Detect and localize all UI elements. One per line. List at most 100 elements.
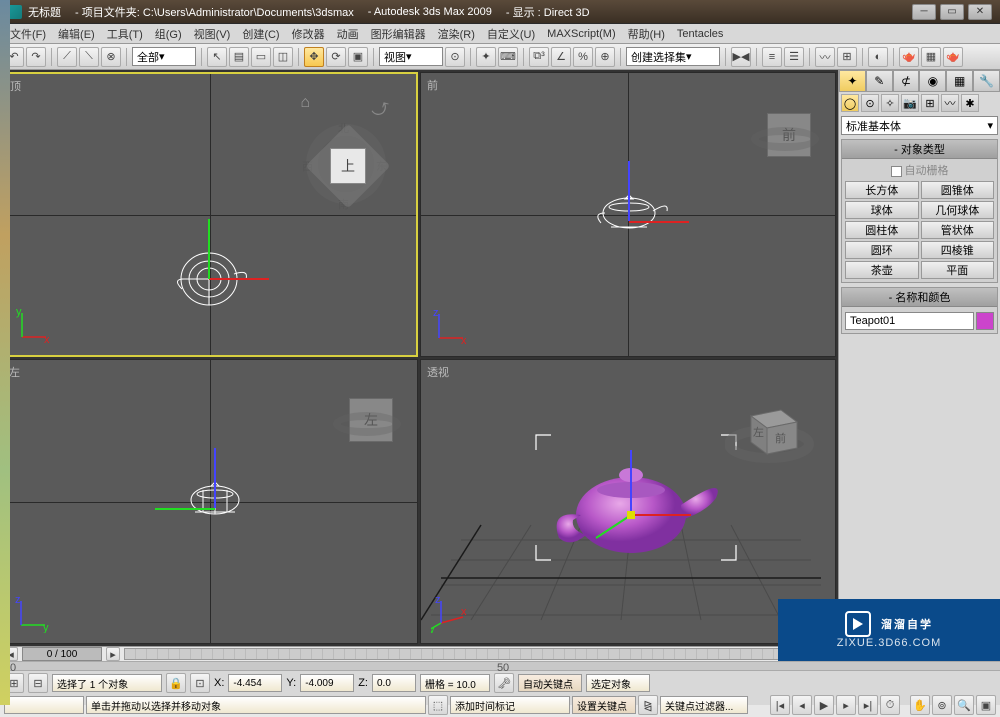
nav-play-button[interactable]: ▶	[814, 695, 834, 715]
menu-render[interactable]: 渲染(R)	[432, 24, 481, 44]
ref-coord-combo[interactable]: 视图 ▾	[379, 47, 443, 66]
menu-views[interactable]: 视图(V)	[188, 24, 237, 44]
cat-cameras[interactable]: 📷	[901, 94, 919, 112]
nav-goto-end-button[interactable]: ▸|	[858, 695, 878, 715]
obj-pyramid-button[interactable]: 四棱锥	[921, 241, 995, 259]
tab-display[interactable]: ▦	[946, 70, 973, 92]
time-tag-icon[interactable]: ⬚	[428, 695, 448, 715]
viewcube-top[interactable]: ⌂ ⤻ 北 南 东 西 上	[276, 94, 396, 214]
gizmo-y-axis[interactable]	[155, 508, 215, 510]
autogrid-checkbox[interactable]	[891, 166, 902, 177]
pivot-button[interactable]: ⊙	[445, 47, 465, 67]
link-button[interactable]: ⟋	[57, 47, 77, 67]
time-tag-line[interactable]: 添加时间标记	[450, 696, 570, 714]
rect-select-button[interactable]: ▭	[251, 47, 271, 67]
named-selection-combo[interactable]: 创建选择集 ▾	[626, 47, 720, 66]
viewcube-left[interactable]: 左	[349, 398, 393, 442]
rollout-header-object-type[interactable]: - 对象类型	[842, 140, 997, 159]
menu-help[interactable]: 帮助(H)	[622, 24, 671, 44]
tab-create[interactable]: ✦	[839, 70, 866, 92]
angle-snap-button[interactable]: ∠	[551, 47, 571, 67]
window-crossing-button[interactable]: ◫	[273, 47, 293, 67]
viewport-top[interactable]: 顶 ⌂ ⤻ 北 南 东	[2, 72, 418, 357]
gizmo-x-axis[interactable]	[209, 278, 269, 280]
cat-spacewarps[interactable]: 〰	[941, 94, 959, 112]
key-mode-button[interactable]: 🗝	[494, 673, 514, 693]
keyboard-shortcut-button[interactable]: ⌨	[498, 47, 518, 67]
tab-motion[interactable]: ◉	[919, 70, 946, 92]
obj-geosphere-button[interactable]: 几何球体	[921, 201, 995, 219]
schematic-view-button[interactable]: ⊞	[837, 47, 857, 67]
quick-render-button[interactable]: 🫖	[943, 47, 963, 67]
nav-goto-start-button[interactable]: |◂	[770, 695, 790, 715]
close-button[interactable]: ✕	[968, 4, 992, 20]
gizmo-z-axis[interactable]	[214, 448, 216, 508]
menu-modifiers[interactable]: 修改器	[286, 24, 331, 44]
obj-box-button[interactable]: 长方体	[845, 181, 919, 199]
snap-toggle-button[interactable]: ⧉³	[529, 47, 549, 67]
minimize-button[interactable]: ─	[912, 4, 936, 20]
timeline-next-button[interactable]: ▸	[106, 647, 120, 661]
key-filters-icon[interactable]: ⧎	[638, 695, 658, 715]
menu-file[interactable]: 文件(F)	[4, 24, 52, 44]
vnav-maximize-button[interactable]: ▣	[976, 695, 996, 715]
percent-snap-button[interactable]: %	[573, 47, 593, 67]
select-name-button[interactable]: ▤	[229, 47, 249, 67]
cat-helpers[interactable]: ⊞	[921, 94, 939, 112]
tab-modify[interactable]: ✎	[866, 70, 893, 92]
setkey-button[interactable]: 设置关键点	[572, 696, 636, 714]
selection-filter-combo[interactable]: 全部 ▾	[132, 47, 196, 66]
obj-tube-button[interactable]: 管状体	[921, 221, 995, 239]
render-setup-button[interactable]: 🫖	[899, 47, 919, 67]
selected-obj-combo[interactable]: 选定对象	[586, 674, 650, 692]
menu-maxscript[interactable]: MAXScript(M)	[541, 26, 621, 42]
scale-button[interactable]: ▣	[348, 47, 368, 67]
obj-plane-button[interactable]: 平面	[921, 261, 995, 279]
obj-cylinder-button[interactable]: 圆柱体	[845, 221, 919, 239]
tab-utilities[interactable]: 🔧	[973, 70, 1000, 92]
obj-teapot-button[interactable]: 茶壶	[845, 261, 919, 279]
viewcube-perspective[interactable]: 左 前	[725, 396, 815, 469]
spinner-snap-button[interactable]: ⊕	[595, 47, 615, 67]
menu-tools[interactable]: 工具(T)	[101, 24, 149, 44]
viewport-left[interactable]: 左 左 y z	[2, 359, 418, 644]
menu-customize[interactable]: 自定义(U)	[481, 24, 541, 44]
y-spinner[interactable]: -4.009	[300, 674, 354, 692]
menu-tentacles[interactable]: Tentacles	[671, 26, 729, 42]
obj-cone-button[interactable]: 圆锥体	[921, 181, 995, 199]
lock-axis-button[interactable]: ⊟	[28, 673, 48, 693]
autokey-button[interactable]: 自动关键点	[518, 674, 582, 692]
vnav-arc-button[interactable]: ⊚	[932, 695, 952, 715]
rotate-arrow-icon[interactable]: ⤻	[367, 95, 394, 123]
time-config-button[interactable]: ⏱	[880, 695, 900, 715]
menu-edit[interactable]: 编辑(E)	[52, 24, 101, 44]
lock-selection-button[interactable]: 🔒	[166, 673, 186, 693]
layers-button[interactable]: ☰	[784, 47, 804, 67]
nav-next-frame-button[interactable]: ▸	[836, 695, 856, 715]
cat-shapes[interactable]: ⊙	[861, 94, 879, 112]
rollout-header-name-color[interactable]: - 名称和颜色	[842, 288, 997, 307]
cat-lights[interactable]: ✧	[881, 94, 899, 112]
cat-systems[interactable]: ✱	[961, 94, 979, 112]
object-name-input[interactable]: Teapot01	[845, 312, 974, 330]
x-spinner[interactable]: -4.454	[228, 674, 282, 692]
gizmo-y-axis[interactable]	[208, 219, 210, 279]
key-filter-button[interactable]: 关键点过滤器...	[660, 696, 748, 714]
object-color-swatch[interactable]	[976, 312, 994, 330]
render-fb-button[interactable]: ▦	[921, 47, 941, 67]
menu-group[interactable]: 组(G)	[149, 24, 188, 44]
nav-prev-frame-button[interactable]: ◂	[792, 695, 812, 715]
vnav-pan-button[interactable]: ✋	[910, 695, 930, 715]
curve-editor-button[interactable]: 〰	[815, 47, 835, 67]
menu-create[interactable]: 创建(C)	[236, 24, 285, 44]
align-button[interactable]: ≡	[762, 47, 782, 67]
manipulate-button[interactable]: ✦	[476, 47, 496, 67]
maximize-button[interactable]: ▭	[940, 4, 964, 20]
abs-rel-button[interactable]: ⊡	[190, 673, 210, 693]
move-button[interactable]: ✥	[304, 47, 324, 67]
material-editor-button[interactable]: ◐	[868, 47, 888, 67]
primitive-type-combo[interactable]: 标准基本体▾	[841, 116, 998, 135]
vnav-zoom-button[interactable]: 🔍	[954, 695, 974, 715]
menu-graph[interactable]: 图形编辑器	[365, 24, 432, 44]
rotate-button[interactable]: ⟳	[326, 47, 346, 67]
